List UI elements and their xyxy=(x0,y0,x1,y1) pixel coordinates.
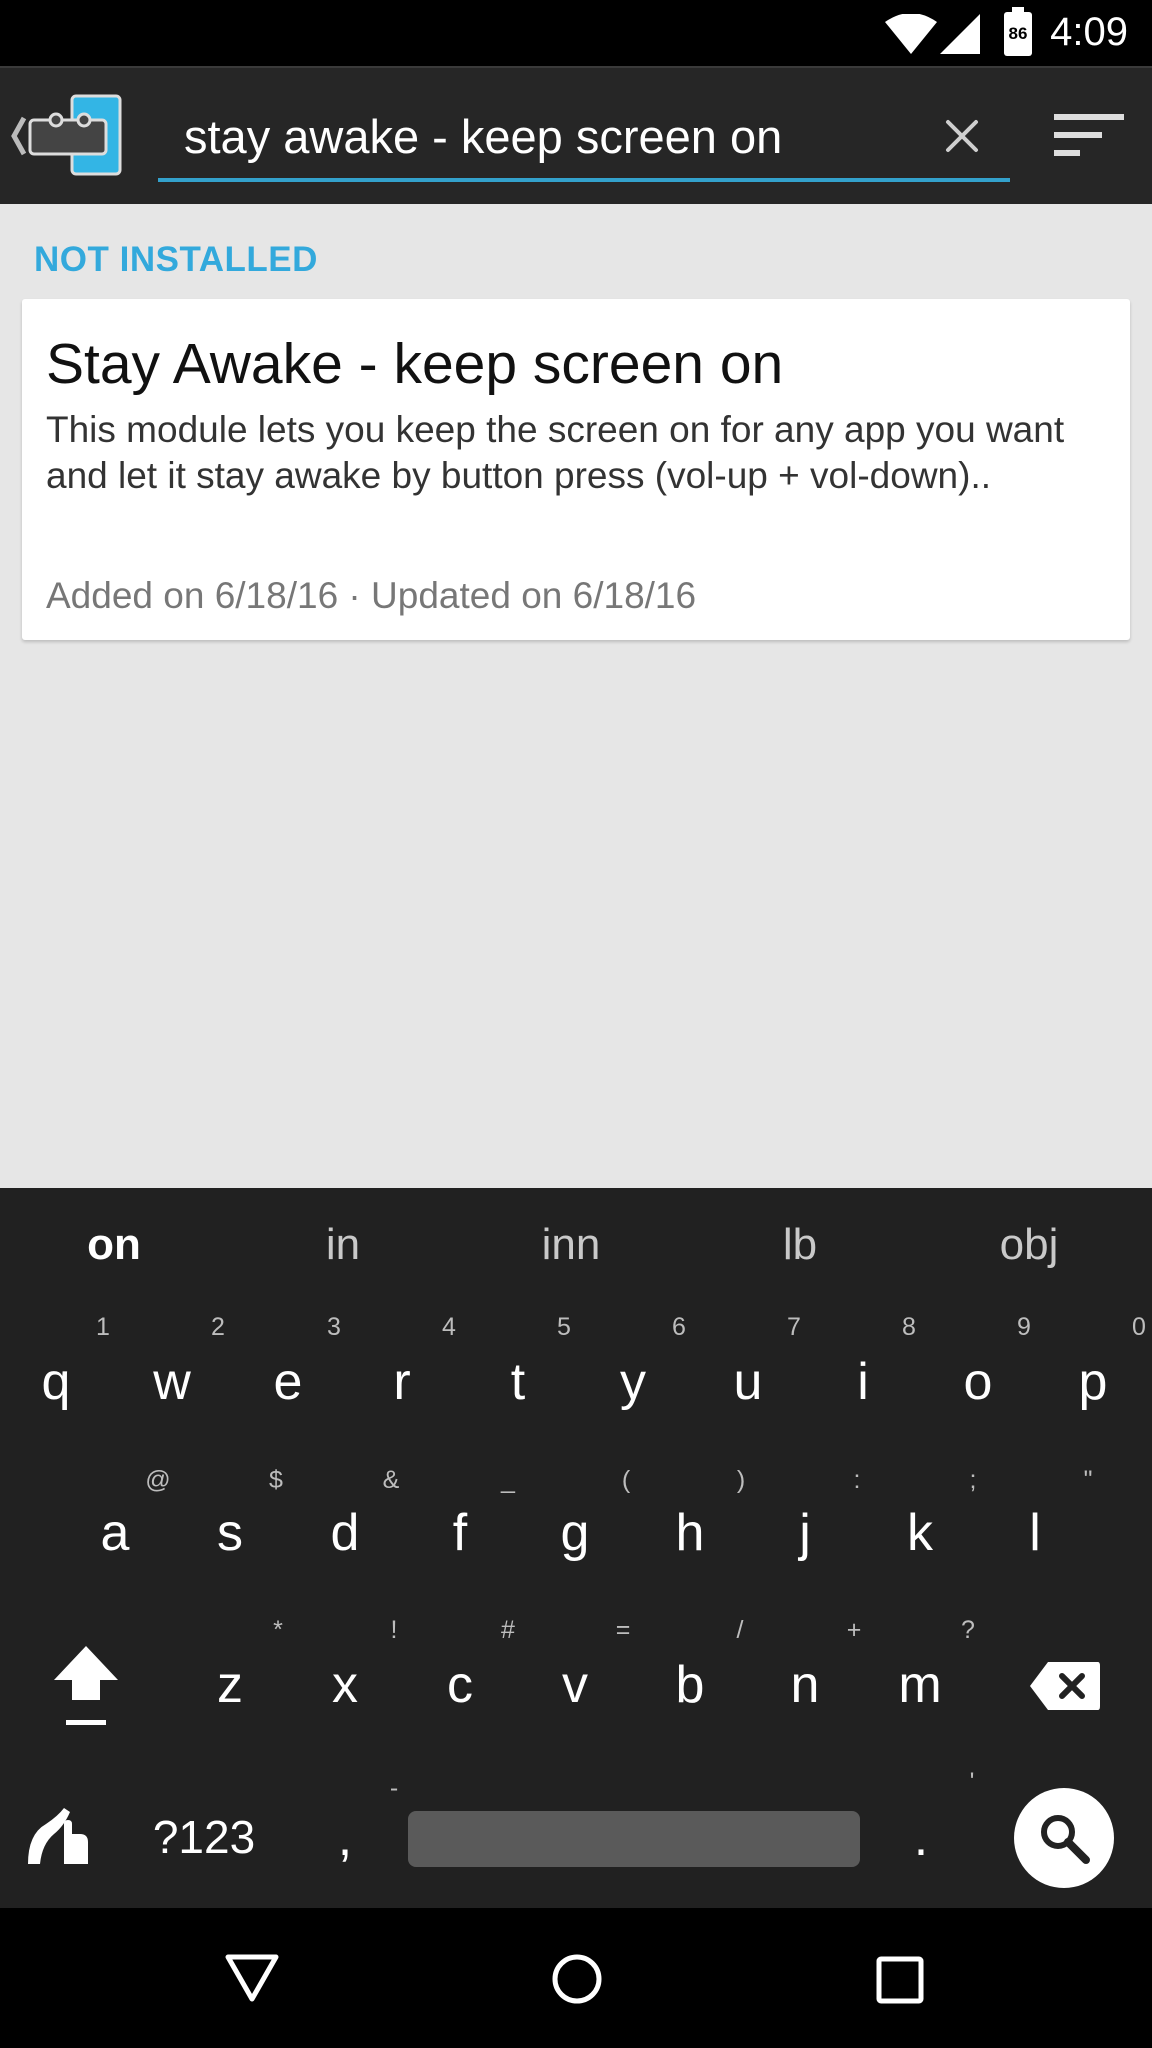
module-description: This module lets you keep the screen on … xyxy=(46,409,1065,496)
key-c[interactable]: c xyxy=(447,1655,473,1715)
key-hint: 1 xyxy=(96,1313,110,1341)
shift-icon[interactable] xyxy=(52,1642,120,1726)
key-hint: ! xyxy=(390,1616,398,1644)
key-hint: - xyxy=(389,1774,399,1802)
clock: 4:09 xyxy=(1050,10,1128,54)
key-n[interactable]: n xyxy=(791,1655,820,1715)
sort-filter-icon[interactable] xyxy=(1052,112,1126,160)
key-hint: & xyxy=(382,1466,400,1494)
key-p[interactable]: p xyxy=(1079,1352,1108,1412)
key-q[interactable]: q xyxy=(42,1352,71,1412)
key-f[interactable]: f xyxy=(453,1503,467,1563)
key-o[interactable]: o xyxy=(964,1352,993,1412)
key-k[interactable]: k xyxy=(907,1503,933,1563)
key-hint: 9 xyxy=(1017,1313,1031,1341)
key-t[interactable]: t xyxy=(511,1352,525,1412)
section-header: NOT INSTALLED xyxy=(34,240,318,279)
key-hint: # xyxy=(501,1616,515,1644)
key-hint: 7 xyxy=(787,1313,801,1341)
key-hint: " xyxy=(1083,1466,1093,1494)
key-l[interactable]: l xyxy=(1029,1503,1041,1563)
key-hint: _ xyxy=(501,1466,515,1494)
search-icon xyxy=(1041,1815,1090,1864)
key-hint: ; xyxy=(969,1466,977,1494)
suggestion-2[interactable]: in xyxy=(326,1220,360,1270)
back-icon[interactable] xyxy=(224,1953,280,2003)
suggestion-1[interactable]: on xyxy=(87,1220,141,1270)
signal-icon xyxy=(940,14,980,54)
key-hint: 2 xyxy=(211,1313,225,1341)
key-hint: @ xyxy=(145,1466,171,1494)
key-hint: ' xyxy=(969,1768,975,1796)
search-field[interactable] xyxy=(158,98,1010,182)
module-dates: Added on 6/18/16 · Updated on 6/18/16 xyxy=(46,575,697,616)
comma-key[interactable]: , xyxy=(338,1808,352,1868)
clear-icon[interactable] xyxy=(934,108,990,164)
key-w[interactable]: w xyxy=(153,1352,191,1412)
key-hint: 8 xyxy=(902,1313,916,1341)
key-hint: / xyxy=(736,1616,744,1644)
key-h[interactable]: h xyxy=(676,1503,705,1563)
key-x[interactable]: x xyxy=(332,1655,358,1715)
key-u[interactable]: u xyxy=(734,1352,763,1412)
key-hint: : xyxy=(853,1466,861,1494)
key-g[interactable]: g xyxy=(561,1503,590,1563)
key-hint: 6 xyxy=(672,1313,686,1341)
swipe-gesture-icon[interactable] xyxy=(24,1804,94,1870)
key-hint: + xyxy=(846,1616,862,1644)
action-bar xyxy=(0,66,1152,204)
key-v[interactable]: v xyxy=(562,1655,588,1715)
key-z[interactable]: z xyxy=(217,1655,243,1715)
suggestion-3[interactable]: inn xyxy=(542,1220,601,1270)
key-hint: 0 xyxy=(1132,1313,1146,1341)
key-a[interactable]: a xyxy=(101,1503,130,1563)
module-card[interactable]: Stay Awake - keep screen on This module … xyxy=(22,299,1130,640)
key-hint: 3 xyxy=(327,1313,341,1341)
key-r[interactable]: r xyxy=(393,1352,410,1412)
key-m[interactable]: m xyxy=(898,1655,941,1715)
key-d[interactable]: d xyxy=(331,1503,360,1563)
backspace-icon[interactable] xyxy=(1028,1660,1102,1712)
search-key[interactable] xyxy=(1014,1788,1114,1888)
key-hint: ) xyxy=(736,1466,746,1494)
recents-icon[interactable] xyxy=(876,1956,924,2004)
home-icon[interactable] xyxy=(551,1953,603,2005)
suggestion-4[interactable]: lb xyxy=(783,1220,817,1270)
key-i[interactable]: i xyxy=(857,1352,869,1412)
key-s[interactable]: s xyxy=(217,1503,243,1563)
battery-level: 86 xyxy=(1008,24,1028,43)
key-hint: = xyxy=(615,1616,631,1644)
key-hint: ? xyxy=(961,1616,975,1644)
symbols-key[interactable]: ?123 xyxy=(153,1810,255,1864)
key-e[interactable]: e xyxy=(274,1352,303,1412)
space-bar[interactable] xyxy=(408,1811,860,1867)
key-hint: ( xyxy=(621,1466,631,1494)
period-key[interactable]: . xyxy=(914,1808,928,1868)
suggestion-5[interactable]: obj xyxy=(1000,1220,1059,1270)
search-input[interactable] xyxy=(184,98,924,174)
status-bar: 86 4:09 xyxy=(0,0,1152,66)
key-hint: 5 xyxy=(557,1313,571,1341)
key-hint: $ xyxy=(269,1466,283,1494)
key-hint: * xyxy=(273,1616,283,1644)
wifi-icon xyxy=(885,14,937,54)
key-y[interactable]: y xyxy=(620,1352,646,1412)
key-b[interactable]: b xyxy=(676,1655,705,1715)
navigation-bar xyxy=(0,1908,1152,2048)
module-title: Stay Awake - keep screen on xyxy=(46,332,784,396)
key-hint: 4 xyxy=(442,1313,456,1341)
xposed-app-logo-icon[interactable] xyxy=(10,94,126,178)
battery-icon: 86 xyxy=(1004,7,1032,56)
key-j[interactable]: j xyxy=(799,1503,811,1563)
